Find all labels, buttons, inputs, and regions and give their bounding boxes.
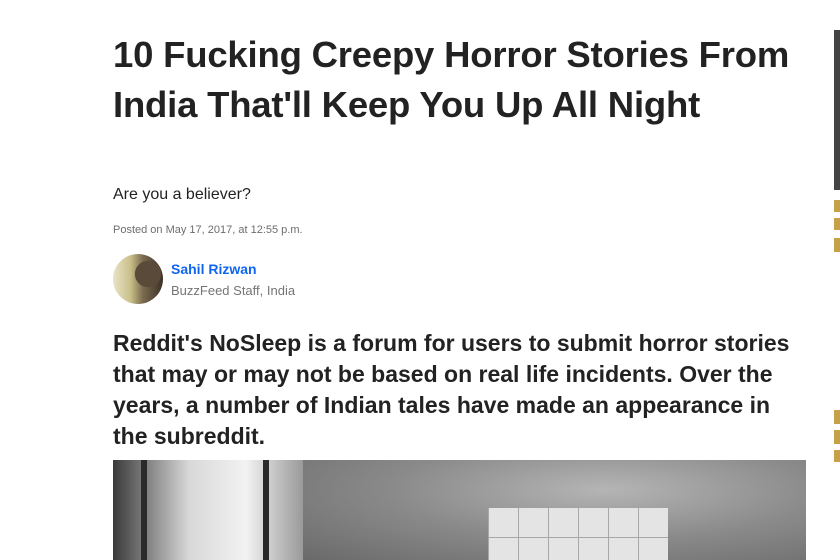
right-rail-block bbox=[834, 238, 840, 252]
right-rail bbox=[834, 30, 840, 544]
hero-image-window-bar bbox=[263, 460, 269, 560]
right-rail-block bbox=[834, 410, 840, 424]
hero-image bbox=[113, 460, 806, 560]
hero-image-tiles bbox=[488, 508, 668, 560]
article-dek: Are you a believer? bbox=[113, 186, 251, 203]
right-rail-block bbox=[834, 30, 840, 190]
author-name-link[interactable]: Sahil Rizwan bbox=[171, 261, 257, 277]
right-rail-block bbox=[834, 218, 840, 230]
right-rail-block bbox=[834, 200, 840, 212]
author-role: BuzzFeed Staff, India bbox=[171, 283, 296, 298]
posted-timestamp: Posted on May 17, 2017, at 12:55 p.m. bbox=[113, 224, 303, 236]
article-intro: Reddit's NoSleep is a forum for users to… bbox=[113, 330, 790, 449]
byline: Sahil Rizwan BuzzFeed Staff, India bbox=[113, 254, 513, 306]
right-rail-block bbox=[834, 450, 840, 462]
article-title: 10 Fucking Creepy Horror Stories From In… bbox=[113, 34, 790, 125]
hero-image-window-bar bbox=[141, 460, 147, 560]
author-avatar[interactable] bbox=[113, 254, 163, 304]
right-rail-block bbox=[834, 430, 840, 444]
